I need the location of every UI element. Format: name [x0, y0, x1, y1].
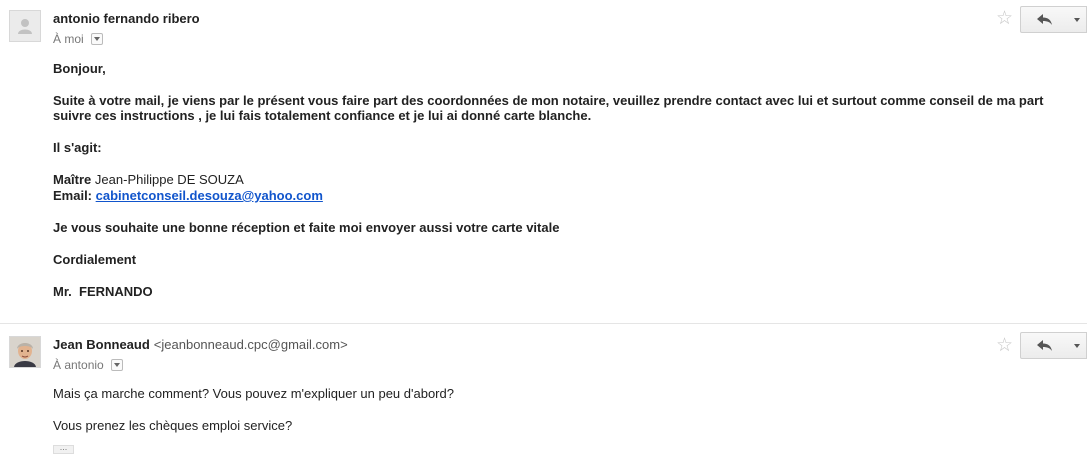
star-icon[interactable]: ☆ — [996, 336, 1013, 355]
avatar-default — [9, 10, 41, 42]
recipient-line: À moi — [53, 32, 104, 46]
reply-button[interactable] — [1020, 6, 1069, 33]
paragraph-line: Suite à votre mail, je viens par le prés… — [53, 93, 1044, 108]
profile-photo-icon — [10, 337, 40, 367]
message-1: antonio fernando ribero À moi ☆ Bonjour,… — [0, 0, 1087, 324]
email-link[interactable]: cabinetconseil.desouza@yahoo.com — [96, 188, 323, 203]
reply-button[interactable] — [1020, 332, 1069, 359]
closing-line: Je vous souhaite une bonne réception et … — [53, 220, 560, 235]
notary-prefix: Maître — [53, 172, 92, 187]
sender-email: <jeanbonneaud.cpc@gmail.com> — [153, 337, 348, 352]
recipient-text: À moi — [53, 32, 84, 46]
notary-name: Jean-Philippe DE SOUZA — [94, 172, 244, 187]
show-details-toggle[interactable] — [111, 359, 124, 371]
intro-line: Il s'agit: — [53, 140, 102, 155]
star-icon[interactable]: ☆ — [996, 9, 1013, 28]
person-silhouette-icon — [10, 11, 40, 41]
message-2: Jean Bonneaud <jeanbonneaud.cpc@gmail.com… — [0, 325, 1087, 469]
more-options-button[interactable] — [1068, 6, 1087, 33]
reply-arrow-icon — [1037, 14, 1052, 25]
signature: Mr. FERNANDO — [53, 284, 153, 299]
email-label: Email: — [53, 188, 93, 203]
notary-line: Maître Jean-Philippe DE SOUZA — [53, 172, 244, 188]
recipient-line: À antonio — [53, 358, 124, 372]
greeting: Bonjour, — [53, 61, 106, 76]
closing-line: Cordialement — [53, 252, 137, 267]
message-body: Bonjour, Suite à votre mail, je viens pa… — [53, 61, 1083, 311]
message-divider — [0, 323, 1087, 324]
message-body: Mais ça marche comment? Vous pouvez m'ex… — [53, 386, 1083, 436]
paragraph-line: suivre ces instructions , je lui fais to… — [53, 108, 592, 123]
body-line: Mais ça marche comment? Vous pouvez m'ex… — [53, 386, 454, 401]
sender-name-text: antonio fernando ribero — [53, 11, 200, 26]
more-options-button[interactable] — [1068, 332, 1087, 359]
avatar-photo — [9, 336, 41, 368]
sender-name-text: Jean Bonneaud — [53, 337, 150, 352]
email-line: Email: cabinetconseil.desouza@yahoo.com — [53, 188, 323, 204]
show-trimmed-content-button[interactable]: ... — [53, 443, 74, 454]
reply-arrow-icon — [1037, 340, 1052, 351]
recipient-text: À antonio — [53, 358, 104, 372]
body-line: Vous prenez les chèques emploi service? — [53, 418, 293, 433]
sender-name[interactable]: antonio fernando ribero — [53, 11, 200, 26]
sender-name[interactable]: Jean Bonneaud <jeanbonneaud.cpc@gmail.com… — [53, 337, 348, 352]
show-details-toggle[interactable] — [91, 33, 104, 45]
